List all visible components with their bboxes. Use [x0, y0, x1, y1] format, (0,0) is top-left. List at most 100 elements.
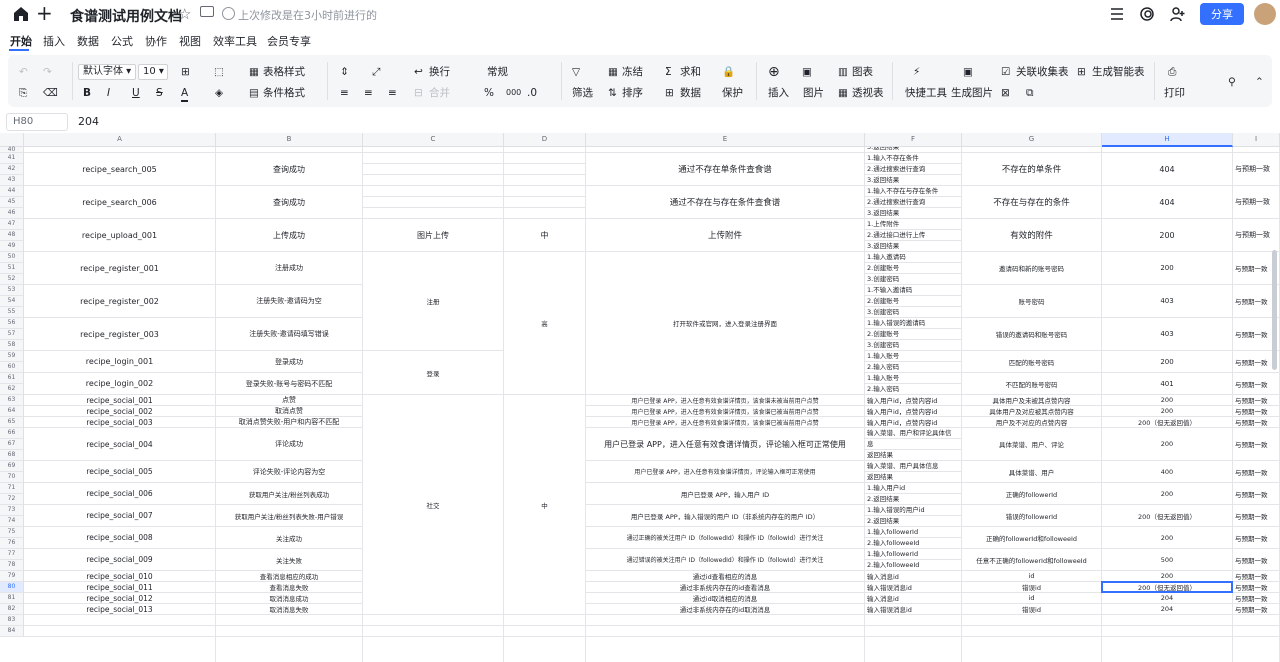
cell[interactable]: 500: [1102, 549, 1232, 570]
cell[interactable]: 通过不存在单条件查食谱: [586, 153, 864, 185]
cell[interactable]: 403: [1102, 285, 1232, 317]
row-header[interactable]: 50: [0, 252, 24, 263]
column-header[interactable]: D: [504, 133, 586, 147]
row-header[interactable]: 69: [0, 461, 24, 472]
cell[interactable]: 查看消息相应的成功: [216, 571, 362, 581]
cell[interactable]: 401: [1102, 373, 1232, 394]
merge-icon[interactable]: ⊟: [414, 86, 423, 100]
cell[interactable]: 具体菜谱、用户: [962, 461, 1101, 482]
cell[interactable]: 200: [1102, 483, 1232, 504]
ribbon-button-label[interactable]: 冻结: [622, 65, 643, 79]
cell[interactable]: recipe_search_005: [24, 153, 215, 185]
cell[interactable]: recipe_social_013: [24, 604, 215, 614]
ribbon-button-label[interactable]: 打印: [1164, 86, 1185, 100]
decimal-icon[interactable]: .0: [527, 86, 537, 100]
cell[interactable]: 与预期一致: [1233, 395, 1279, 405]
spreadsheet-grid[interactable]: recipe_search_005 查询成功 通过不存在单条件查食谱 不存在的单条件 4…: [0, 133, 1280, 662]
wrap-icon[interactable]: ↩: [414, 65, 423, 79]
data-icon[interactable]: ⊞: [665, 86, 674, 100]
row-header[interactable]: 83: [0, 615, 24, 626]
document-title[interactable]: 食谱测试用例文档: [70, 6, 182, 26]
cell[interactable]: 与预期一致: [1233, 461, 1279, 482]
row-header[interactable]: 75: [0, 527, 24, 538]
column-header[interactable]: G: [962, 133, 1102, 147]
cell[interactable]: id: [962, 571, 1101, 581]
row-header[interactable]: 80: [0, 582, 24, 593]
row-header[interactable]: 47: [0, 219, 24, 230]
pivot-icon[interactable]: ▦: [838, 86, 848, 100]
ribbon-button-label[interactable]: 排序: [622, 86, 643, 100]
cell[interactable]: recipe_register_001: [24, 252, 215, 284]
cell[interactable]: recipe_login_002: [24, 373, 215, 394]
cell[interactable]: 注册: [363, 252, 503, 350]
cell[interactable]: recipe_search_006: [24, 186, 215, 218]
cell[interactable]: 用户已登录 APP，输入错误的用户 ID（非系统内存在的用户 ID）: [586, 505, 864, 526]
cell[interactable]: recipe_social_003: [24, 417, 215, 427]
table-style-icon[interactable]: ▦: [249, 65, 259, 79]
cell[interactable]: 取消点赞: [216, 406, 362, 416]
cell[interactable]: 204: [1102, 593, 1232, 603]
row-header[interactable]: 73: [0, 505, 24, 516]
vertical-scrollbar[interactable]: [1272, 250, 1277, 370]
star-icon[interactable]: ☆: [178, 5, 191, 23]
thousands-icon[interactable]: 000: [506, 86, 521, 100]
cell[interactable]: 错误id: [962, 582, 1101, 592]
cell[interactable]: 取消点赞失败-用户和内容不匹配: [216, 417, 362, 427]
cell[interactable]: 400: [1102, 461, 1232, 482]
cell[interactable]: 与预期一致: [1233, 428, 1279, 460]
italic-icon[interactable]: I: [107, 86, 110, 100]
ribbon-button-label[interactable]: 生成智能表: [1092, 65, 1145, 79]
row-header[interactable]: 72: [0, 494, 24, 505]
cell[interactable]: 用户已登录 APP，进入任意有效食谱详情页，该食谱已被当前用户点赞: [586, 406, 864, 416]
cell[interactable]: 登录失败-账号与密码不匹配: [216, 373, 362, 394]
row-header[interactable]: 52: [0, 274, 24, 285]
row-header[interactable]: 63: [0, 395, 24, 406]
select-all-corner[interactable]: [0, 133, 24, 147]
cell[interactable]: 与预期一致: [1233, 186, 1279, 218]
generate-image-icon[interactable]: ▣: [963, 65, 973, 79]
cell[interactable]: 任意不正确的followerId和followeeId: [962, 549, 1101, 570]
ribbon-button-label[interactable]: 求和: [680, 65, 701, 79]
row-header[interactable]: 60: [0, 362, 24, 373]
cell[interactable]: 不存在与存在的条件: [962, 186, 1101, 218]
menu-icon[interactable]: [1109, 6, 1125, 22]
cell[interactable]: 具体菜谱、用户、评论: [962, 428, 1101, 460]
align-center-icon[interactable]: ≡: [364, 86, 373, 100]
sort-icon[interactable]: ⇅: [608, 86, 617, 100]
row-header[interactable]: 81: [0, 593, 24, 604]
cell[interactable]: 与预期一致: [1233, 604, 1279, 614]
new-tab-icon[interactable]: +: [36, 3, 53, 23]
cell[interactable]: 输入消息id: [865, 571, 961, 581]
cell[interactable]: 取消消息成功: [216, 593, 362, 603]
cell[interactable]: 与预期一致: [1233, 571, 1279, 581]
row-header[interactable]: 53: [0, 285, 24, 296]
cell[interactable]: 注册失败-邀请码填写错误: [216, 318, 362, 350]
cell[interactable]: recipe_social_007: [24, 505, 215, 526]
cell[interactable]: 查询成功: [216, 153, 362, 185]
cell[interactable]: 正确的followerId和followeeId: [962, 527, 1101, 548]
font-color-icon[interactable]: A: [181, 86, 189, 102]
strikethrough-icon[interactable]: S: [156, 86, 163, 100]
protect-icon[interactable]: 🔒: [722, 65, 735, 79]
cell[interactable]: recipe_social_009: [24, 549, 215, 570]
cell[interactable]: 具体用户及未被其点赞内容: [962, 395, 1101, 405]
cell[interactable]: 注册成功: [216, 252, 362, 284]
ribbon-button-label[interactable]: 条件格式: [263, 86, 305, 100]
align-left-icon[interactable]: ≡: [340, 86, 349, 100]
row-header[interactable]: 79: [0, 571, 24, 582]
smart-table-icon[interactable]: ⊞: [1077, 65, 1086, 79]
cell[interactable]: 用户已登录 APP，进入任意有效食谱详情页，评论输入框可正常使用: [586, 428, 864, 460]
ribbon-button-label[interactable]: 关联收集表: [1016, 65, 1069, 79]
cell[interactable]: 与预期一致: [1233, 373, 1279, 394]
cell[interactable]: 关注失败: [216, 549, 362, 570]
column-header[interactable]: F: [865, 133, 962, 147]
cell[interactable]: 200: [1102, 395, 1232, 405]
cell[interactable]: 通过id查看相应的消息: [586, 571, 864, 581]
cell[interactable]: 正确的followerId: [962, 483, 1101, 504]
cell[interactable]: 获取用户关注/粉丝列表成功: [216, 483, 362, 504]
menu-tab[interactable]: 会员专享: [267, 33, 311, 49]
undo-icon[interactable]: ↶: [19, 65, 28, 79]
fill-color-icon[interactable]: ◈: [215, 86, 223, 100]
cell[interactable]: id: [962, 593, 1101, 603]
font-family-select[interactable]: 默认字体 ▾: [78, 64, 136, 80]
